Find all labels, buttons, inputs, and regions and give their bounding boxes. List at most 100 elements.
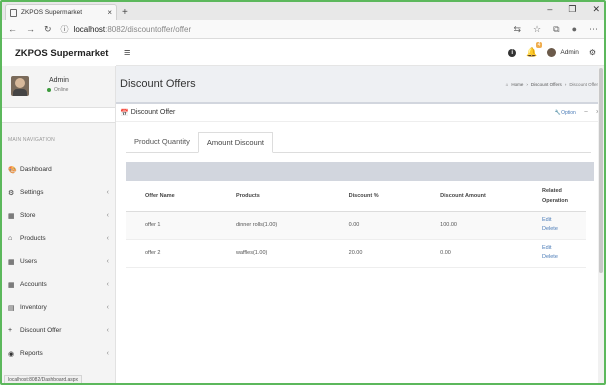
edit-link[interactable]: Edit (542, 244, 586, 253)
reload-icon[interactable]: ↻ (44, 24, 52, 35)
discount-offer-box: 📅 Discount Offer 🔧Option − × Product Qua… (116, 102, 604, 383)
online-dot-icon (47, 88, 51, 92)
sidebar-item-label: Discount Offer (20, 327, 62, 334)
menu-toggle-icon[interactable]: ≡ (124, 47, 130, 59)
forward-icon[interactable]: → (26, 24, 35, 34)
profile-icon[interactable]: ● (572, 24, 577, 35)
cell-offer-name: offer 2 (126, 239, 217, 268)
back-icon[interactable]: ← (8, 24, 17, 34)
chevron-left-icon: ‹ (106, 189, 109, 196)
star-icon[interactable]: ☆ (533, 24, 541, 35)
offers-table: Offer Name Products Discount % Discount … (126, 181, 586, 268)
sidebar-item-dashboard[interactable]: 🎨 Dashboard (2, 158, 115, 181)
chevron-left-icon: ‹ (106, 258, 109, 265)
chevron-left-icon: ‹ (106, 304, 109, 311)
accounts-icon: ▦ (8, 281, 15, 289)
cell-discount-pct: 0.00 (329, 211, 422, 240)
chevron-left-icon: ‹ (106, 281, 109, 288)
sidebar-item-discount-offer[interactable]: + Discount Offer ‹ (2, 319, 115, 342)
url-host: localhost (73, 24, 106, 34)
url-field[interactable]: ⓘ localhost:8082/discountoffer/offer (61, 24, 505, 35)
sidebar-item-reports[interactable]: ◉ Reports ‹ (2, 342, 115, 365)
col-discount-amount[interactable]: Discount Amount (421, 181, 542, 212)
chevron-left-icon: ‹ (106, 212, 109, 219)
main-content: Discount Offers ⌂ Home › Discount Offers… (116, 66, 604, 383)
col-products[interactable]: Products (216, 181, 330, 212)
sidebar-item-inventory[interactable]: ▤ Inventory ‹ (2, 296, 115, 319)
app-header: ZKPOS Supermarket ≡ i 🔔 4 Admin ⚙ (2, 40, 604, 66)
breadcrumb-home[interactable]: Home (511, 82, 523, 87)
sidebar-item-products[interactable]: ⌂ Products ‹ (2, 227, 115, 250)
info-circle-icon[interactable]: ⓘ (61, 24, 69, 35)
cell-discount-amount: 0.00 (421, 239, 542, 268)
cell-products: dinner rolls(1.00) (216, 211, 330, 240)
inventory-icon: ▤ (8, 304, 15, 312)
sidebar-item-label: Settings (20, 189, 44, 196)
col-offer-name[interactable]: Offer Name (126, 181, 217, 212)
options-label: Option (561, 109, 576, 116)
col-discount-pct[interactable]: Discount % (329, 181, 422, 212)
top-navbar: ≡ i 🔔 4 Admin ⚙ (116, 40, 604, 66)
notification-badge: 4 (535, 42, 543, 48)
bell-icon: 🔔 (526, 47, 538, 57)
sidebar-item-label: Accounts (20, 281, 47, 288)
browser-window: ZKPOS Supermarket × + – ❐ ✕ ← → ↻ ⓘ loca… (0, 0, 606, 385)
eye-icon: ◉ (8, 350, 15, 358)
calendar-icon: 📅 (120, 109, 129, 117)
options-button[interactable]: 🔧Option (555, 110, 576, 116)
minimize-icon[interactable]: – (547, 4, 552, 15)
sidebar-item-label: Store (20, 212, 36, 219)
cell-operations: Edit Delete (542, 211, 586, 240)
tab-product-quantity[interactable]: Product Quantity (126, 131, 198, 152)
breadcrumb: ⌂ Home › Discount Offers › Discount Offe… (506, 82, 600, 87)
content-header: Discount Offers ⌂ Home › Discount Offers… (116, 66, 604, 102)
plus-icon: + (8, 327, 13, 334)
cell-products: waffles(1.00) (216, 239, 330, 268)
info-icon[interactable]: i (508, 48, 517, 57)
breadcrumb-discount-offers[interactable]: Discount Offers (531, 82, 562, 87)
close-window-icon[interactable]: ✕ (592, 4, 600, 15)
breadcrumb-separator: › (564, 81, 567, 87)
address-bar-actions: ⇆ ☆ ⧉ ● ⋯ (514, 24, 599, 35)
edit-link[interactable]: Edit (542, 216, 586, 225)
collapse-icon[interactable]: − (584, 109, 588, 116)
user-menu[interactable]: Admin (547, 48, 579, 57)
sidebar-item-settings[interactable]: ⚙ Settings ‹ (2, 181, 115, 204)
col-related-operation[interactable]: Related Operation (542, 181, 586, 212)
sidebar-item-accounts[interactable]: ▦ Accounts ‹ (2, 273, 115, 296)
user-status: Online (47, 87, 69, 93)
browser-tab[interactable]: ZKPOS Supermarket × (5, 4, 117, 20)
chevron-left-icon: ‹ (106, 235, 109, 242)
user-status-label: Online (54, 87, 69, 93)
box-title-text: Discount Offer (130, 109, 176, 116)
delete-link[interactable]: Delete (542, 225, 586, 234)
window-controls: – ❐ ✕ (547, 4, 600, 15)
restore-icon[interactable]: ❐ (568, 4, 576, 15)
nav-section-header: MAIN NAVIGATION (8, 137, 55, 143)
collections-icon[interactable]: ⧉ (553, 24, 559, 35)
tab-amount-discount[interactable]: Amount Discount (197, 132, 273, 153)
notifications-button[interactable]: 🔔 4 (526, 42, 543, 58)
sidebar-item-label: Inventory (20, 304, 47, 311)
users-icon: ▦ (8, 258, 15, 266)
delete-link[interactable]: Delete (542, 253, 586, 262)
sidebar-item-users[interactable]: ▦ Users ‹ (2, 250, 115, 273)
navbar-right: i 🔔 4 Admin ⚙ (508, 42, 596, 58)
sidebar-item-store[interactable]: ▦ Store ‹ (2, 204, 115, 227)
box-title: 📅 Discount Offer (120, 109, 175, 117)
translate-icon[interactable]: ⇆ (514, 24, 522, 35)
browser-tab-title: ZKPOS Supermarket (21, 9, 83, 16)
new-tab-icon[interactable]: + (122, 7, 128, 18)
home-icon: ⌂ (505, 81, 509, 87)
breadcrumb-current: Discount Offer (569, 81, 598, 87)
more-icon[interactable]: ⋯ (589, 24, 598, 35)
sidebar-search-input[interactable] (2, 107, 115, 123)
page-title: Discount Offers (120, 78, 196, 90)
close-tab-icon[interactable]: × (107, 8, 112, 17)
app-logo[interactable]: ZKPOS Supermarket (2, 40, 116, 66)
avatar (547, 48, 557, 57)
gears-icon[interactable]: ⚙ (589, 48, 596, 57)
chevron-left-icon: ‹ (106, 350, 109, 357)
scrollbar-thumb[interactable] (599, 68, 603, 273)
tab-strip: ZKPOS Supermarket × + – ❐ ✕ (2, 2, 604, 20)
